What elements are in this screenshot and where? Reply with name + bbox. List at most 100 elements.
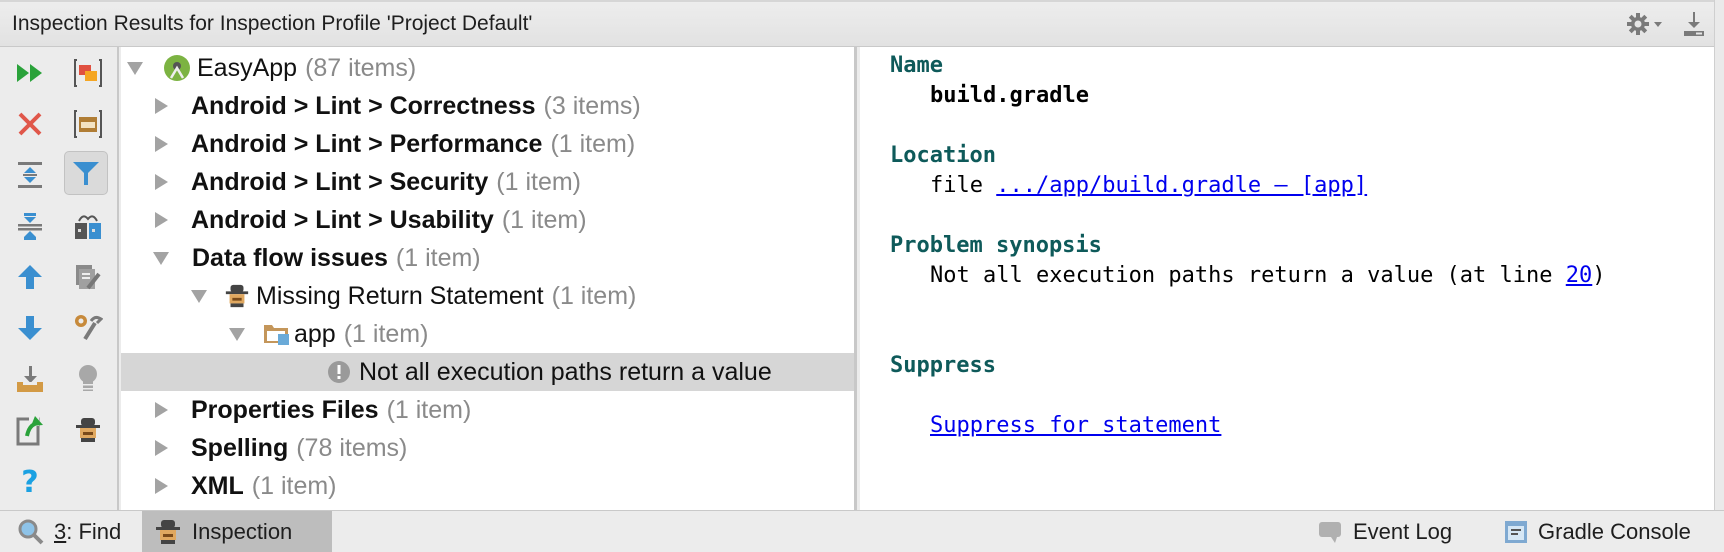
- tree-node-count: (78 items): [296, 433, 408, 462]
- tree-node-app-module[interactable]: app (1 item): [121, 315, 854, 353]
- close-button[interactable]: [8, 102, 52, 146]
- tree-node-label: EasyApp: [197, 53, 298, 82]
- expand-all-icon: [18, 162, 42, 188]
- rerun-button[interactable]: [8, 51, 52, 95]
- tree-node-lint-correctness[interactable]: Android > Lint > Correctness (3 items): [121, 87, 854, 125]
- scrollbar-edge: [1714, 0, 1724, 510]
- tree-node-count: (1 item): [501, 205, 587, 234]
- tree-node-data-flow-issues[interactable]: Data flow issues (1 item): [121, 239, 854, 277]
- tree-node-spelling[interactable]: Spelling (78 items): [121, 429, 854, 467]
- tree-node-label: Missing Return Statement: [256, 281, 544, 310]
- suppress-heading: Suppress: [890, 353, 996, 378]
- tree-node-lint-usability[interactable]: Android > Lint > Usability (1 item): [121, 201, 854, 239]
- group-by-severity-icon: [74, 59, 102, 87]
- tree-node-lint-performance[interactable]: Android > Lint > Performance (1 item): [121, 125, 854, 163]
- tree-node-label: Android > Lint > Performance: [191, 129, 543, 158]
- expand-arrow-icon[interactable]: [155, 440, 168, 456]
- expand-arrow-icon[interactable]: [191, 289, 207, 303]
- gear-dropdown-icon[interactable]: [1626, 12, 1666, 36]
- tree-node-count: (1 item): [550, 129, 636, 158]
- edit-settings-icon: [76, 265, 101, 290]
- arrow-down-icon: [18, 316, 42, 340]
- tree-node-root[interactable]: EasyApp (87 items): [121, 49, 854, 87]
- download-icon[interactable]: [1682, 10, 1706, 38]
- synopsis-text: Not all execution paths return a value (…: [930, 263, 1566, 288]
- tree-node-count: (1 item): [496, 167, 581, 196]
- speech-bubble-icon: [1319, 522, 1341, 543]
- tool-window-header: Inspection Results for Inspection Profil…: [0, 0, 1714, 47]
- inspector-icon: [156, 520, 180, 544]
- tools-button[interactable]: [66, 306, 110, 350]
- tool-window-bar: 3: Find Inspection Event Log Gradle Cons…: [0, 510, 1724, 552]
- problem-details-panel: Name build.gradle Location file .../app/…: [860, 47, 1714, 510]
- name-value: build.gradle: [930, 83, 1089, 108]
- find-tool-tab[interactable]: 3: Find: [6, 511, 133, 552]
- inspector-button[interactable]: [66, 408, 110, 452]
- expand-arrow-icon[interactable]: [155, 212, 168, 228]
- edit-settings-button[interactable]: [66, 255, 110, 299]
- help-button[interactable]: ?: [8, 459, 52, 503]
- compare-icon: [75, 215, 101, 239]
- tree-node-label: app: [294, 319, 336, 348]
- inspector-icon: [76, 418, 100, 442]
- tree-node-count: (3 items): [543, 91, 641, 120]
- expand-arrow-icon[interactable]: [155, 136, 168, 152]
- export-icon: [17, 366, 43, 392]
- inspection-toolbar: ?: [0, 47, 119, 510]
- compare-button[interactable]: [66, 204, 110, 248]
- tree-node-missing-return-statement[interactable]: Missing Return Statement (1 item): [121, 277, 854, 315]
- expand-arrow-icon[interactable]: [155, 174, 168, 190]
- tree-node-lint-security[interactable]: Android > Lint > Security (1 item): [121, 163, 854, 201]
- inspection-tool-tab[interactable]: Inspection: [142, 511, 332, 552]
- expand-all-button[interactable]: [8, 153, 52, 197]
- tree-node-xml[interactable]: XML (1 item): [121, 467, 854, 505]
- line-number-link[interactable]: 20: [1566, 263, 1593, 288]
- tree-node-count: (1 item): [395, 243, 481, 272]
- tree-node-label: Spelling: [191, 433, 289, 462]
- expand-arrow-icon[interactable]: [153, 251, 169, 265]
- export-button[interactable]: [8, 357, 52, 401]
- expand-arrow-icon[interactable]: [127, 61, 143, 75]
- group-by-severity-button[interactable]: [66, 51, 110, 95]
- expand-arrow-icon[interactable]: [229, 327, 245, 341]
- tree-node-count: (87 items): [305, 53, 417, 82]
- expand-arrow-icon[interactable]: [155, 478, 168, 494]
- tree-node-count: (1 item): [343, 319, 429, 348]
- event-log-tab[interactable]: Event Log: [1305, 511, 1464, 552]
- filter-button[interactable]: [64, 151, 108, 195]
- gradle-console-tab[interactable]: Gradle Console: [1492, 511, 1703, 552]
- tree-node-count: (1 item): [386, 395, 472, 424]
- quick-fix-bulb-icon: [79, 365, 97, 391]
- tree-node-properties-files[interactable]: Properties Files (1 item): [121, 391, 854, 429]
- filter-icon: [73, 162, 99, 185]
- android-module-icon: [163, 54, 191, 82]
- close-icon: [18, 112, 42, 136]
- module-folder-icon: [262, 321, 292, 347]
- find-tab-label: 3: Find: [54, 519, 122, 544]
- quick-fix-button[interactable]: [66, 357, 110, 401]
- expand-arrow-icon[interactable]: [155, 402, 168, 418]
- location-row: file .../app/build.gradle – [app]: [930, 173, 1367, 198]
- open-source-button[interactable]: [8, 408, 52, 452]
- next-problem-button[interactable]: [8, 306, 52, 350]
- tree-node-label: Android > Lint > Usability: [191, 205, 494, 234]
- group-by-directory-button[interactable]: [66, 102, 110, 146]
- expand-arrow-icon[interactable]: [155, 98, 168, 114]
- location-link[interactable]: .../app/build.gradle – [app]: [996, 173, 1367, 198]
- tree-node-label: XML: [191, 471, 244, 500]
- location-heading: Location: [890, 143, 996, 168]
- location-prefix: file: [930, 173, 983, 198]
- collapse-all-button[interactable]: [8, 204, 52, 248]
- suppress-for-statement-link[interactable]: Suppress for statement: [930, 413, 1221, 438]
- name-heading: Name: [890, 53, 943, 78]
- event-log-label: Event Log: [1353, 519, 1453, 544]
- tree-node-label: Properties Files: [191, 395, 379, 424]
- tree-node-count: (1 item): [251, 471, 337, 500]
- previous-problem-button[interactable]: [8, 255, 52, 299]
- tree-node-problem[interactable]: Not all execution paths return a value: [121, 353, 854, 391]
- synopsis-row: Not all execution paths return a value (…: [930, 263, 1606, 288]
- tree-node-label: Android > Lint > Correctness: [191, 91, 536, 120]
- open-source-icon: [16, 416, 43, 446]
- tools-icon: [75, 315, 103, 341]
- gradle-console-label: Gradle Console: [1538, 519, 1691, 544]
